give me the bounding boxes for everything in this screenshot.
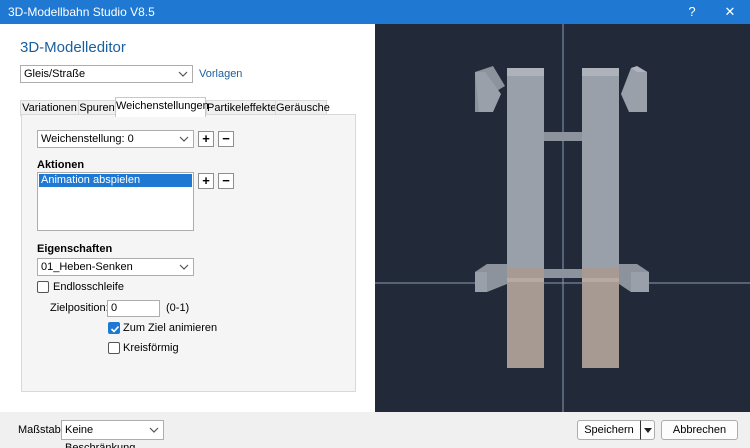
switch-setting-select[interactable]: Weichenstellung: 0 xyxy=(37,130,194,148)
category-select[interactable]: Gleis/Straße xyxy=(20,65,193,83)
circular-checkbox[interactable] xyxy=(108,342,120,354)
chevron-down-icon xyxy=(179,132,189,146)
switch-setting-value: Weichenstellung: 0 xyxy=(41,133,134,145)
right-side-block xyxy=(619,264,649,292)
add-switch-setting-button[interactable]: + xyxy=(198,131,214,147)
3d-viewport[interactable] xyxy=(375,24,750,412)
chevron-down-icon xyxy=(149,422,159,436)
property-select-value: 01_Heben-Senken xyxy=(41,261,133,273)
3d-model-view xyxy=(375,24,750,412)
circular-label: Kreisförmig xyxy=(123,342,179,354)
page-title: 3D-Modelleditor xyxy=(20,39,126,56)
loop-checkbox[interactable] xyxy=(37,281,49,293)
tab-panel: Weichenstellung: 0 + − Aktionen Animatio… xyxy=(21,114,356,392)
actions-label: Aktionen xyxy=(37,159,85,171)
cancel-button[interactable]: Abbrechen xyxy=(661,420,738,440)
help-button[interactable]: ? xyxy=(674,0,710,24)
chevron-down-icon xyxy=(644,428,652,433)
scale-select-value: Keine Beschränkung xyxy=(65,424,136,448)
checkmark-icon xyxy=(110,325,120,333)
scale-select[interactable]: Keine Beschränkung xyxy=(61,420,164,448)
close-button[interactable]: ✕ xyxy=(712,0,748,24)
footer-bar: Maßstab: Keine Beschränkung Speichern Ab… xyxy=(0,412,750,448)
remove-switch-setting-button[interactable]: − xyxy=(218,131,234,147)
save-button[interactable]: Speichern xyxy=(577,420,641,440)
right-top-beam xyxy=(621,66,647,112)
remove-action-button[interactable]: − xyxy=(218,173,234,189)
scale-label: Maßstab: xyxy=(18,424,64,436)
chevron-down-icon xyxy=(178,67,188,81)
target-range-label: (0-1) xyxy=(166,302,190,314)
left-leg xyxy=(507,268,544,368)
animate-to-target-label: Zum Ziel animieren xyxy=(123,322,218,334)
window-title: 3D-Modellbahn Studio V8.5 xyxy=(8,5,155,19)
target-position-input[interactable]: 0 xyxy=(107,300,160,317)
actions-list[interactable]: Animation abspielen xyxy=(37,172,194,231)
right-post xyxy=(582,68,619,268)
left-post xyxy=(507,68,544,268)
templates-link[interactable]: Vorlagen xyxy=(199,68,242,80)
category-select-value: Gleis/Straße xyxy=(24,68,86,80)
chevron-down-icon xyxy=(179,260,189,274)
title-bar: 3D-Modellbahn Studio V8.5 ? ✕ xyxy=(0,0,750,24)
loop-label: Endlosschleife xyxy=(53,281,124,293)
lower-cross-bar xyxy=(544,269,582,278)
target-position-label: Zielposition: xyxy=(50,302,109,314)
properties-label: Eigenschaften xyxy=(37,243,113,255)
left-side-block xyxy=(475,264,507,292)
right-leg xyxy=(582,268,619,368)
list-item[interactable]: Animation abspielen xyxy=(39,174,192,187)
save-options-button[interactable] xyxy=(640,420,655,440)
editor-pane: 3D-Modelleditor Gleis/Straße Vorlagen Va… xyxy=(0,24,375,412)
tab-weichenstellungen[interactable]: Weichenstellungen xyxy=(115,97,209,117)
animate-to-target-checkbox[interactable] xyxy=(108,322,120,334)
upper-cross-bar xyxy=(544,132,582,141)
add-action-button[interactable]: + xyxy=(198,173,214,189)
left-top-beam xyxy=(475,66,505,112)
property-select[interactable]: 01_Heben-Senken xyxy=(37,258,194,276)
